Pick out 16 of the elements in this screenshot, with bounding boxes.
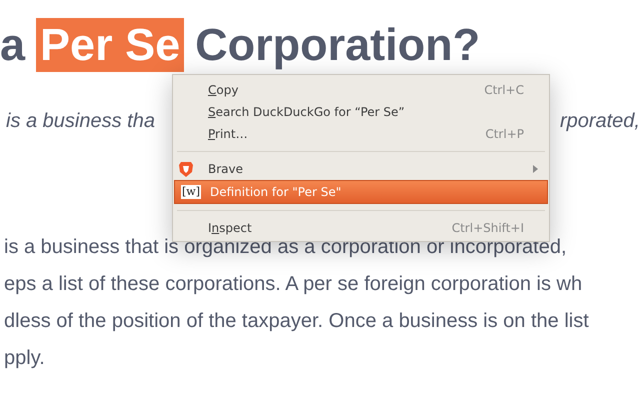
menu-item[interactable]: Print… Ctrl+P xyxy=(173,123,549,145)
menu-item[interactable]: [w] Definition for "Per Se" xyxy=(174,180,548,204)
wiki-icon: [w] xyxy=(181,185,201,199)
paragraph-line: dless of the position of the taxpayer. Once a business is on the list xyxy=(3,309,590,334)
subtitle-text: is a business tha xyxy=(6,110,155,133)
menu-item[interactable]: Search DuckDuckGo for “Per Se” xyxy=(173,101,549,123)
menu-item[interactable]: Brave xyxy=(173,158,549,180)
paragraph-line: pply. xyxy=(3,346,46,371)
selected-text: Per Se xyxy=(36,18,184,72)
menu-item[interactable]: Copy Ctrl+C xyxy=(173,79,549,101)
heading-text: a xyxy=(0,18,26,72)
heading-text: Corporation? xyxy=(195,18,480,72)
paragraph-line: eps a list of these corporations. A per se foreign corporation is wh xyxy=(3,272,584,297)
subtitle-text: rporated, xyxy=(560,110,640,133)
menu-item[interactable]: Inspect Ctrl+Shift+I xyxy=(173,217,549,239)
submenu-arrow-icon xyxy=(533,165,538,173)
